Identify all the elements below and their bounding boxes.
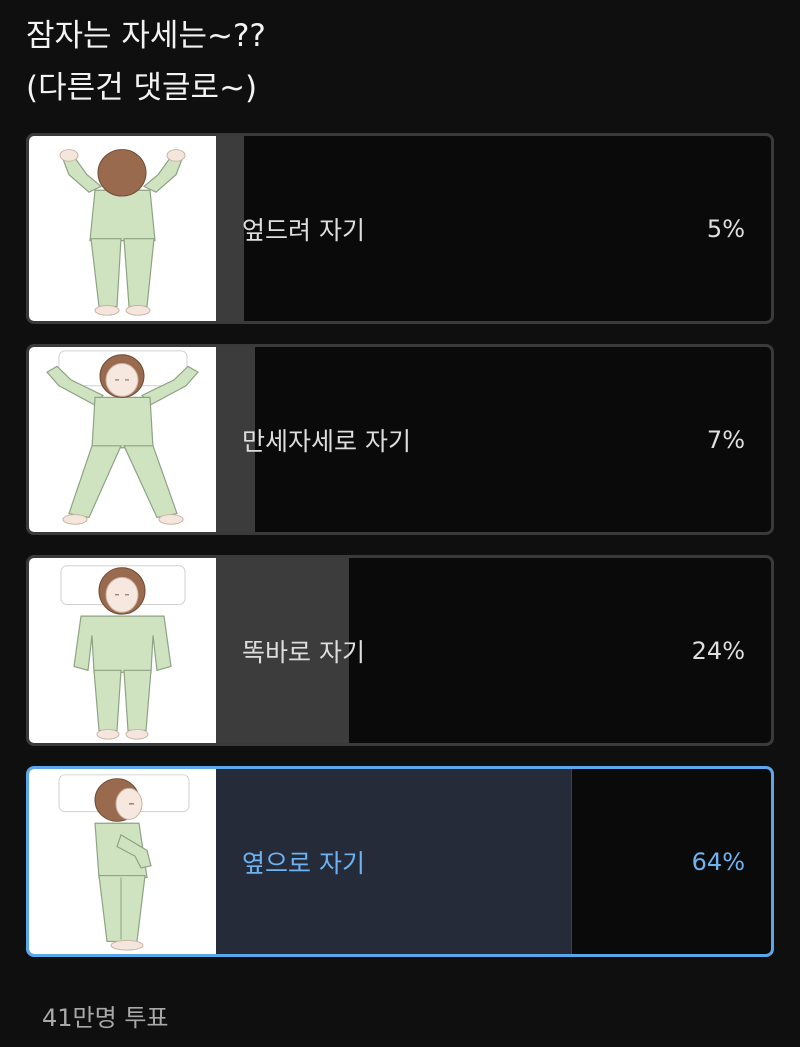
poll-options: 엎드려 자기 5% 만세자세로 자기 7% 똑바로 자기 24% 옆으로 자기 … <box>26 133 774 977</box>
poll-option-prone[interactable]: 엎드려 자기 5% <box>26 133 774 324</box>
poll-result-bar <box>216 136 244 321</box>
person-sleeping-on-back-illustration <box>29 558 216 743</box>
poll-option-label: 엎드려 자기 <box>242 215 365 245</box>
person-sleeping-prone-illustration <box>29 136 216 321</box>
vote-count: 41만명 투표 <box>42 1004 169 1032</box>
poll-option-percent: 7% <box>706 425 745 454</box>
poll-option-label: 옆으로 자기 <box>242 848 365 878</box>
poll-option-percent: 24% <box>691 636 745 665</box>
poll-option-label: 똑바로 자기 <box>242 637 365 667</box>
poll-option-on-side[interactable]: 옆으로 자기 64% <box>26 766 774 957</box>
poll-question-line-2: (다른건 댓글로~) <box>26 70 258 106</box>
poll-option-track: 만세자세로 자기 7% <box>216 347 771 532</box>
person-sleeping-arms-up-illustration <box>29 347 216 532</box>
poll-option-track: 엎드려 자기 5% <box>216 136 771 321</box>
poll-option-track: 똑바로 자기 24% <box>216 558 771 743</box>
poll-option-track: 옆으로 자기 64% <box>216 769 771 954</box>
poll-option-arms-up[interactable]: 만세자세로 자기 7% <box>26 344 774 535</box>
poll-question: 잠자는 자세는~?? (다른건 댓글로~) <box>26 10 776 114</box>
poll-question-line-1: 잠자는 자세는~?? <box>26 18 266 54</box>
poll-option-percent: 64% <box>691 847 745 876</box>
poll-option-label: 만세자세로 자기 <box>242 426 411 456</box>
person-sleeping-on-side-illustration <box>29 769 216 954</box>
poll-option-on-back[interactable]: 똑바로 자기 24% <box>26 555 774 746</box>
poll-option-percent: 5% <box>706 214 745 243</box>
